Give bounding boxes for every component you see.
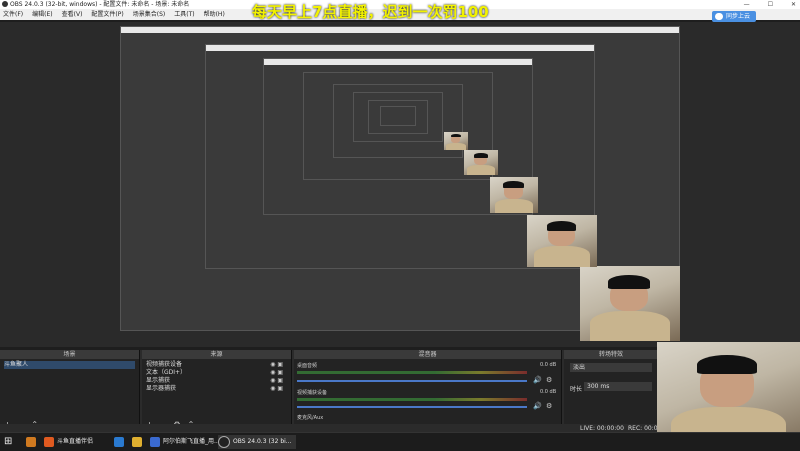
source-item[interactable]: 显示捕获 ◉ ▣ [146,377,287,385]
speaker-icon[interactable]: 🔊 [533,376,542,384]
sources-panel: 来源 视频捕获设备 ◉ ▣ 文本（GDI+） ◉ ▣ 显示捕获 ◉ ▣ 显示器捕获 ◉ … [142,350,292,432]
menu-edit[interactable]: 编辑(E) [32,9,52,20]
sources-header: 来源 [142,350,291,359]
taskbar-label: 阿尔伯斯飞直播_用... [163,438,220,445]
visibility-lock-icon[interactable]: ◉ ▣ [270,361,283,369]
transitions-panel: 转场特效 淡出 时长 300 ms [564,350,658,432]
browser-icon [150,436,160,447]
visibility-lock-icon[interactable]: ◉ ▣ [270,385,283,393]
mixer-channel-db: 0.0 dB [540,362,557,368]
webcam-preview-3 [490,177,538,213]
webcam-preview-5 [444,132,468,150]
taskbar-app-icon[interactable] [26,435,39,449]
windows-start-icon[interactable]: ⊞ [4,435,12,449]
mixer-channel-label: 桌面音频 [297,363,318,369]
audio-meter [297,398,527,401]
taskbar-label: OBS 24.0.3 (32 bi... [233,438,292,445]
source-item[interactable]: 文本（GDI+） ◉ ▣ [146,369,287,377]
webcam-preview-4 [464,150,498,175]
scenes-panel: 场景 斗鱼聚人 + − ⌃ ⌄ [0,350,140,432]
maximize-button[interactable]: ☐ [768,0,773,9]
obs-icon [218,435,230,448]
mixer-channel-label: 麦克风/Aux [297,415,324,421]
taskbar-item-douyu[interactable]: 斗鱼直播伴侣 [44,435,93,449]
gear-icon[interactable]: ⚙ [546,402,552,410]
menu-view[interactable]: 查看(V) [62,9,83,20]
taskbar: ⊞ 斗鱼直播伴侣 阿尔伯斯飞直播_用... OBS 24.0.3 (32 bi.… [0,432,800,451]
scene-item[interactable]: 斗鱼聚人 [4,361,135,369]
nested-window-8 [380,106,416,126]
minimize-button[interactable]: — [744,0,750,9]
scenes-header: 场景 [0,350,139,359]
live-timer: LIVE: 00:00:00 [580,425,624,432]
preview-canvas[interactable] [0,22,800,347]
menu-tools[interactable]: 工具(T) [174,9,194,20]
taskbar-item-obs[interactable]: OBS 24.0.3 (32 bi... [218,435,296,449]
obs-logo-icon [2,1,8,7]
source-label: 视频捕获设备 [146,361,183,368]
source-item[interactable]: 视频捕获设备 ◉ ▣ [146,361,287,369]
duration-input[interactable]: 300 ms [584,382,652,391]
visibility-lock-icon[interactable]: ◉ ▣ [270,369,283,377]
visibility-lock-icon[interactable]: ◉ ▣ [270,377,283,385]
close-button[interactable]: ✕ [791,0,796,9]
overlay-text: 每天早上7点直播，迟到一次罚100 [252,3,489,21]
taskbar-label: 斗鱼直播伴侣 [57,438,94,445]
menu-file[interactable]: 文件(F) [3,9,23,20]
mixer-header: 混音器 [294,350,561,359]
transition-select[interactable]: 淡出 [570,363,652,372]
file-explorer-icon[interactable] [132,435,145,449]
menu-scene-collection[interactable]: 场景集合(S) [133,9,166,20]
cloud-icon [715,13,723,20]
source-label: 显示器捕获 [146,385,177,392]
cloud-sync-label: 同步上云 [726,13,751,20]
source-label: 显示捕获 [146,377,171,384]
source-item[interactable]: 显示器捕获 ◉ ▣ [146,385,287,393]
cloud-sync-button[interactable]: 同步上云 [712,11,756,22]
audio-meter [297,371,527,374]
transitions-header: 转场特效 [564,350,658,359]
source-label: 文本（GDI+） [146,369,187,376]
webcam-preview-2 [527,215,597,267]
duration-label: 时长 [570,386,583,393]
volume-slider[interactable] [297,406,527,408]
gear-icon[interactable]: ⚙ [546,376,552,384]
mixer-channel-db: 0.0 dB [540,389,557,395]
window-title: OBS 24.0.3 (32-bit, windows) - 配置文件: 未命名… [10,1,190,8]
webcam-preview-1 [580,266,680,341]
speaker-icon[interactable]: 🔊 [533,402,542,410]
mixer-channel-label: 视频捕获设备 [297,390,328,396]
volume-slider[interactable] [297,380,527,382]
douyu-icon [44,436,54,447]
menu-help[interactable]: 帮助(H) [204,9,225,20]
mixer-panel: 混音器 [294,350,562,432]
menu-profile[interactable]: 配置文件(P) [91,9,123,20]
taskbar-item-browser[interactable]: 阿尔伯斯飞直播_用... [150,435,220,449]
edge-browser-icon[interactable] [114,435,127,449]
